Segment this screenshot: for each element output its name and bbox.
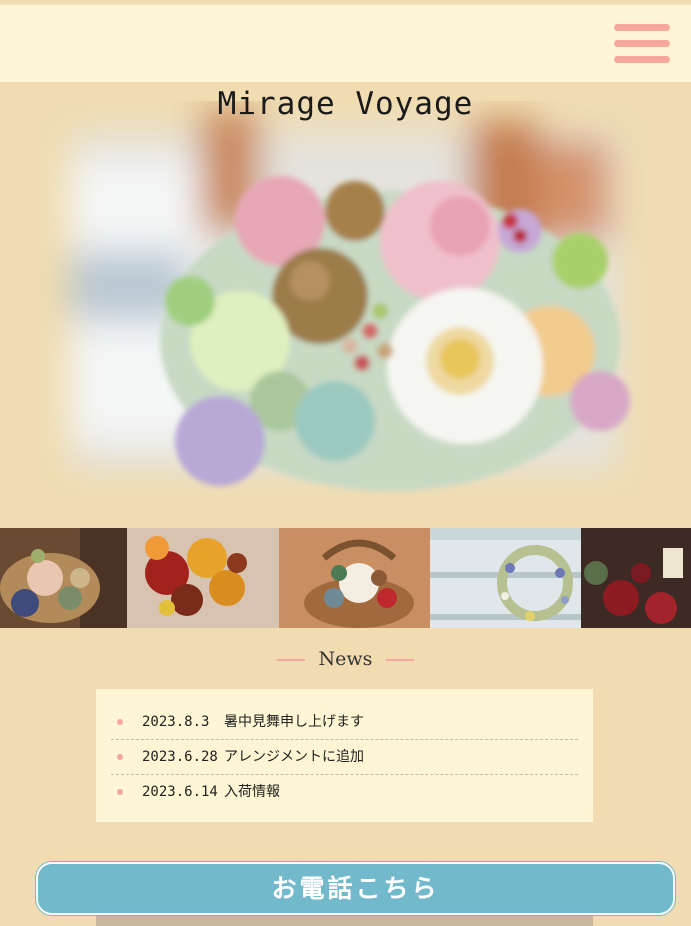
heading-divider [386,659,415,661]
hero-flower-image [70,111,630,491]
news-title[interactable]: 暑中見舞申し上げます [224,705,364,739]
bullet-icon [117,789,123,795]
gallery-thumbnails [0,528,691,628]
news-title[interactable]: 入荷情報 [224,775,280,809]
news-heading: News [0,648,691,670]
gallery-thumb[interactable] [0,528,127,628]
news-title[interactable]: アレンジメントに追加 [224,740,364,774]
news-list: 2023.8.3 暑中見舞申し上げます 2023.6.28 アレンジメントに追加… [96,689,593,822]
menu-bar [614,40,670,47]
gallery-thumb[interactable] [279,528,430,628]
site-header [0,4,691,82]
menu-bar [614,56,670,63]
bullet-icon [117,754,123,760]
news-item[interactable]: 2023.6.28 アレンジメントに追加 [111,740,578,775]
bullet-icon [117,719,123,725]
news-item[interactable]: 2023.6.14 入荷情報 [111,775,578,809]
news-date: 2023.6.14 [142,784,218,800]
heading-divider [276,659,305,661]
gallery-thumb[interactable] [127,528,279,628]
news-item[interactable]: 2023.8.3 暑中見舞申し上げます [111,705,578,740]
news-date: 2023.8.3 [142,714,210,730]
hamburger-menu-icon[interactable] [614,24,670,64]
news-heading-label: News [318,648,373,670]
gallery-thumb[interactable] [430,528,581,628]
news-date: 2023.6.28 [142,749,218,765]
phone-call-button[interactable]: お電話こちら [36,862,675,915]
menu-bar [614,24,670,31]
gallery-thumb[interactable] [581,528,691,628]
site-title[interactable]: Mirage Voyage [0,86,691,122]
hero-section [0,81,691,528]
